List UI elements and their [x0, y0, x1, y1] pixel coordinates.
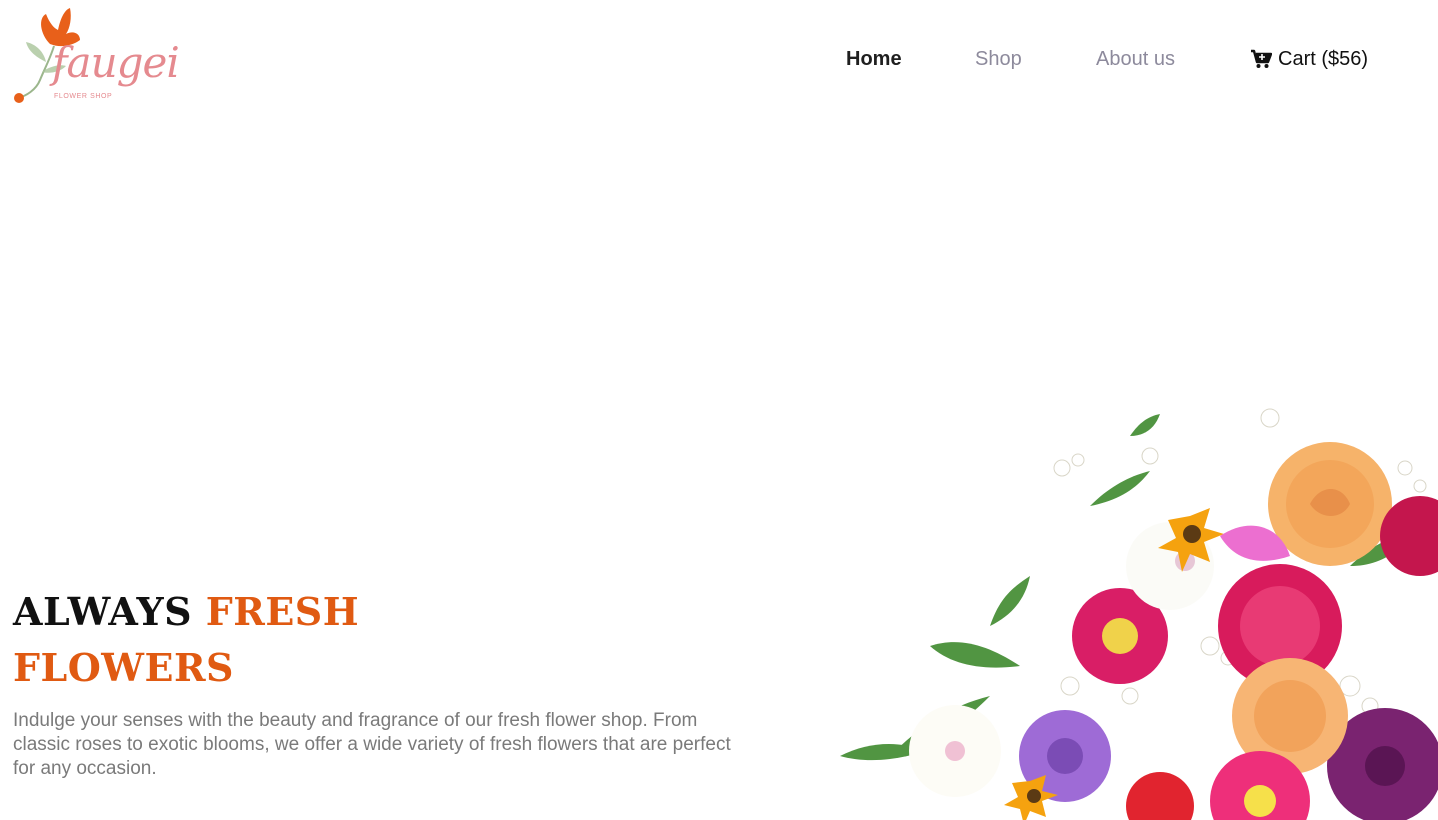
- hero-title-word-fresh: FRESH: [205, 589, 360, 634]
- nav-cart-link[interactable]: Cart ($56): [1250, 46, 1368, 72]
- hero-description: Indulge your senses with the beauty and …: [13, 710, 731, 779]
- shopping-cart-icon: [1250, 49, 1272, 69]
- cart-label: Cart ($56): [1278, 48, 1369, 70]
- brand-logo[interactable]: faugei FLOWER SHOP: [10, 4, 190, 108]
- hero-title-word-always: ALWAYS: [13, 589, 193, 634]
- brand-name: faugei: [52, 38, 180, 87]
- hero-title-word-flowers: FLOWERS: [13, 645, 234, 690]
- nav-home-link[interactable]: Home: [846, 46, 902, 72]
- hero-title: ALWAYS FRESH FLOWERS: [13, 584, 359, 696]
- brand-tagline: FLOWER SHOP: [54, 93, 113, 100]
- nav-shop-link[interactable]: Shop: [975, 46, 1022, 72]
- nav-about-link[interactable]: About us: [1096, 46, 1175, 72]
- flower-bouquet-image: [830, 396, 1438, 820]
